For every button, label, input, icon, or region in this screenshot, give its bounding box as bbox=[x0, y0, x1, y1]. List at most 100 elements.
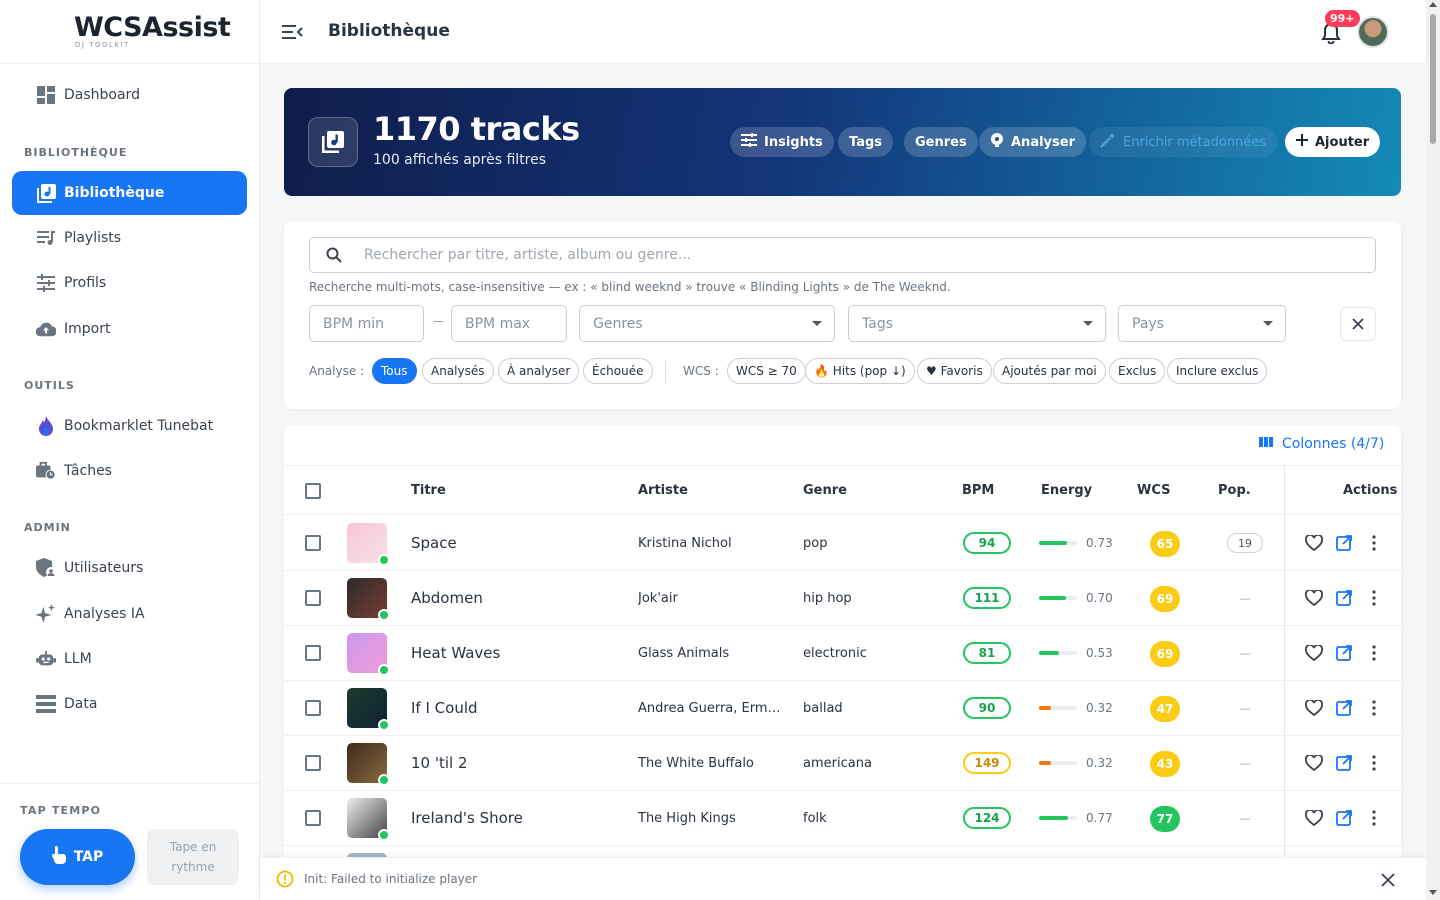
more-vertical-icon[interactable] bbox=[1364, 808, 1384, 828]
page-scrollbar[interactable] bbox=[1426, 0, 1440, 900]
scrollbar-thumb[interactable] bbox=[1430, 14, 1436, 144]
favorite-heart-icon[interactable] bbox=[1304, 533, 1324, 553]
sidebar-item-bibliotheque[interactable]: Bibliothèque bbox=[12, 171, 247, 215]
analyser-button[interactable]: Analyser bbox=[979, 127, 1086, 157]
track-artist: Glass Animals bbox=[638, 646, 730, 661]
scroll-down-arrow-icon[interactable] bbox=[1429, 890, 1437, 895]
collapse-menu-icon[interactable] bbox=[282, 22, 304, 42]
search-box[interactable] bbox=[309, 237, 1376, 273]
genres-select[interactable]: Genres bbox=[579, 305, 835, 342]
chip-analyse-a-analyser[interactable]: À analyser bbox=[498, 358, 580, 384]
open-external-icon[interactable] bbox=[1334, 698, 1354, 718]
favorite-heart-icon[interactable] bbox=[1304, 753, 1324, 773]
sidebar-item-data[interactable]: Data bbox=[12, 682, 247, 726]
sidebar-item-analyses-ia[interactable]: Analyses IA bbox=[12, 592, 247, 636]
more-vertical-icon[interactable] bbox=[1364, 753, 1384, 773]
chip-analyse-tous[interactable]: Tous bbox=[372, 358, 417, 384]
column-header-title[interactable]: Titre bbox=[411, 483, 446, 498]
track-title[interactable]: Abdomen bbox=[411, 589, 483, 607]
avatar[interactable] bbox=[1357, 16, 1389, 48]
column-header-genre[interactable]: Genre bbox=[803, 483, 847, 498]
sidebar-item-utilisateurs[interactable]: Utilisateurs bbox=[12, 546, 247, 590]
sidebar-item-profils[interactable]: Profils bbox=[12, 261, 247, 305]
track-title[interactable]: Heat Waves bbox=[411, 644, 500, 662]
table-row[interactable]: Ireland's Shore The High Kings folk 124 0.77… bbox=[284, 791, 1401, 846]
columns-button[interactable]: Colonnes (4/7) bbox=[1259, 436, 1384, 452]
touch-icon bbox=[51, 846, 66, 868]
clear-filters-button[interactable] bbox=[1340, 307, 1376, 341]
chip-inclure-exclus[interactable]: Inclure exclus bbox=[1167, 358, 1268, 384]
row-checkbox[interactable] bbox=[305, 700, 321, 716]
select-all-checkbox[interactable] bbox=[305, 483, 321, 499]
track-title[interactable]: Space bbox=[411, 534, 457, 552]
genres-button[interactable]: Genres bbox=[904, 127, 978, 157]
open-external-icon[interactable] bbox=[1334, 588, 1354, 608]
sidebar-item-playlists[interactable]: Playlists bbox=[12, 216, 247, 260]
pays-select[interactable]: Pays bbox=[1118, 305, 1286, 342]
scroll-up-arrow-icon[interactable] bbox=[1429, 2, 1437, 7]
chip-favoris[interactable]: ♥ Favoris bbox=[917, 358, 992, 384]
chip-hits-pop[interactable]: 🔥 Hits (pop ↓) bbox=[805, 358, 915, 384]
open-external-icon[interactable] bbox=[1334, 533, 1354, 553]
row-checkbox[interactable] bbox=[305, 535, 321, 551]
favorite-heart-icon[interactable] bbox=[1304, 698, 1324, 718]
player-error-snackbar: Init: Failed to initialize player bbox=[260, 857, 1426, 900]
track-title[interactable]: Ireland's Shore bbox=[411, 809, 523, 827]
column-header-artist[interactable]: Artiste bbox=[638, 483, 688, 498]
track-title[interactable]: 10 'til 2 bbox=[411, 754, 468, 772]
chip-wcs-70[interactable]: WCS ≥ 70 bbox=[727, 358, 806, 384]
tags-button[interactable]: Tags bbox=[838, 127, 894, 157]
more-vertical-icon[interactable] bbox=[1364, 698, 1384, 718]
favorite-heart-icon[interactable] bbox=[1304, 643, 1324, 663]
energy-value: 0.32 bbox=[1086, 756, 1113, 770]
sidebar-item-label: Profils bbox=[64, 275, 107, 291]
row-checkbox[interactable] bbox=[305, 645, 321, 661]
chip-analyse-echouee[interactable]: Échouée bbox=[583, 358, 653, 384]
row-checkbox[interactable] bbox=[305, 590, 321, 606]
more-vertical-icon[interactable] bbox=[1364, 588, 1384, 608]
favorite-heart-icon[interactable] bbox=[1304, 808, 1324, 828]
row-checkbox[interactable] bbox=[305, 755, 321, 771]
album-art-thumbnail bbox=[347, 743, 390, 786]
search-input[interactable] bbox=[364, 247, 1264, 263]
table-row[interactable]: Heat Waves Glass Animals electronic 81 0.53 6… bbox=[284, 626, 1401, 681]
app-name: WCSAssist bbox=[74, 11, 231, 43]
user-shield-icon bbox=[36, 558, 56, 578]
table-row[interactable]: Abdomen Jok'air hip hop 111 0.70 69 — bbox=[284, 571, 1401, 626]
bpm-max-field[interactable]: BPM max bbox=[451, 305, 567, 342]
bpm-badge: 81 bbox=[963, 642, 1011, 664]
track-genre: americana bbox=[803, 756, 872, 771]
sidebar-item-import[interactable]: Import bbox=[12, 307, 247, 351]
enrichir-metadonnees-button[interactable]: Enrichir métadonnées bbox=[1089, 127, 1278, 157]
tap-button[interactable]: TAP bbox=[20, 829, 135, 885]
ajouter-button[interactable]: Ajouter bbox=[1285, 127, 1381, 157]
sidebar-item-dashboard[interactable]: Dashboard bbox=[12, 73, 247, 117]
column-header-wcs[interactable]: WCS bbox=[1137, 483, 1170, 498]
row-checkbox[interactable] bbox=[305, 810, 321, 826]
chip-ajoutes-par-moi[interactable]: Ajoutés par moi bbox=[993, 358, 1106, 384]
app-logo[interactable]: WCSAssist DJ TOOLKIT bbox=[0, 0, 259, 64]
open-external-icon[interactable] bbox=[1334, 753, 1354, 773]
track-title[interactable]: If I Could bbox=[411, 699, 478, 717]
chip-analyse-analyses[interactable]: Analysés bbox=[422, 358, 494, 384]
favorite-heart-icon[interactable] bbox=[1304, 588, 1324, 608]
insights-button[interactable]: Insights bbox=[730, 127, 834, 157]
sidebar: WCSAssist DJ TOOLKIT Dashboard BIBLIOTHÈ… bbox=[0, 0, 260, 900]
table-row[interactable]: If I Could Andrea Guerra, Erman... ballad 9… bbox=[284, 681, 1401, 736]
chip-exclus[interactable]: Exclus bbox=[1109, 358, 1166, 384]
sidebar-item-llm[interactable]: LLM bbox=[12, 637, 247, 681]
sidebar-item-bookmarklet-tunebat[interactable]: Bookmarklet Tunebat bbox=[12, 404, 247, 448]
column-header-bpm[interactable]: BPM bbox=[962, 483, 994, 498]
column-header-energy[interactable]: Energy bbox=[1041, 483, 1092, 498]
close-icon[interactable] bbox=[1381, 872, 1395, 891]
table-row[interactable]: 10 'til 2 The White Buffalo americana 149 0.… bbox=[284, 736, 1401, 791]
bpm-min-field[interactable]: BPM min bbox=[309, 305, 424, 342]
tags-select[interactable]: Tags bbox=[848, 305, 1106, 342]
open-external-icon[interactable] bbox=[1334, 643, 1354, 663]
sidebar-item-taches[interactable]: Tâches bbox=[12, 449, 247, 493]
column-header-pop[interactable]: Pop. bbox=[1218, 483, 1251, 498]
table-row[interactable]: Space Kristina Nichol pop 94 0.73 65 19 bbox=[284, 516, 1401, 571]
more-vertical-icon[interactable] bbox=[1364, 533, 1384, 553]
open-external-icon[interactable] bbox=[1334, 808, 1354, 828]
more-vertical-icon[interactable] bbox=[1364, 643, 1384, 663]
